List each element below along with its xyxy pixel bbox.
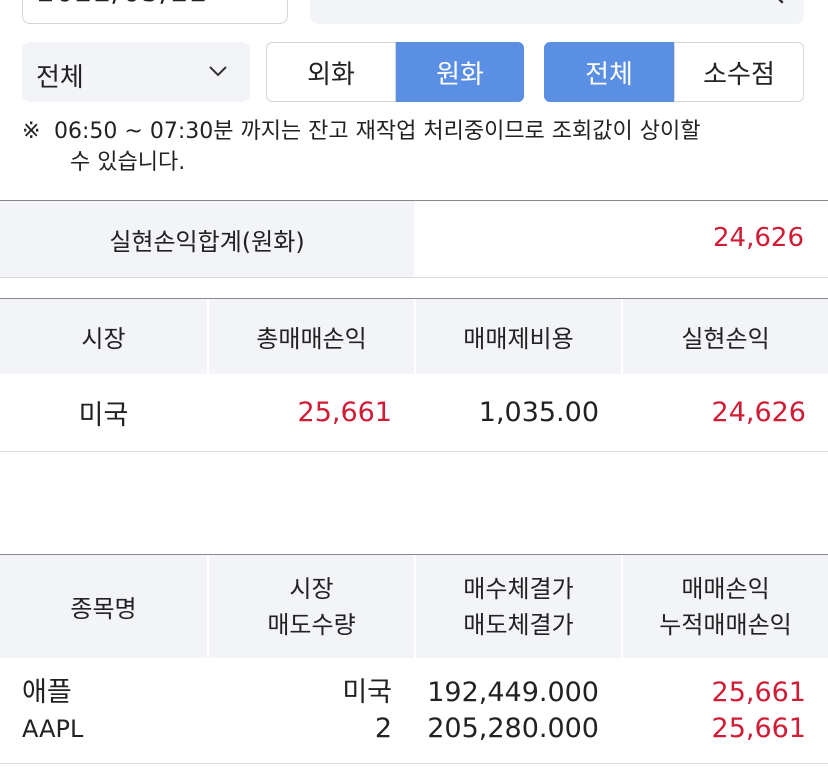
stock-ticker: AAPL [22, 714, 84, 743]
stock-name: 애플 [22, 676, 72, 708]
header-prices: 매수체결가 매도체결가 [414, 555, 621, 658]
total-pl-value: 25,661 [297, 397, 392, 428]
market-table-header: 시장 총매매손익 매매제비용 실현손익 [0, 298, 828, 374]
market-qty-cell: 미국 2 [207, 658, 414, 763]
realized-summary-row: 실현손익합계(원화) 24,626 [0, 200, 828, 278]
stock-market: 미국 [342, 676, 392, 708]
stock-table-header: 종목명 시장 매도수량 매수체결가 매도체결가 매매손익 누적매매손익 [0, 554, 828, 658]
header-market-label: 시장 [289, 574, 334, 603]
stock-name-cell: 애플 AAPL [0, 658, 207, 763]
stock-sell-qty: 2 [374, 712, 392, 744]
search-field[interactable] [310, 0, 804, 24]
decimal-toggle-fraction[interactable]: 소수점 [674, 42, 804, 102]
notice-mark: ※ [22, 119, 41, 144]
realized-summary-value: 24,626 [713, 223, 804, 253]
stock-sell-price: 205,280.000 [427, 712, 599, 744]
header-stock-name-label: 종목명 [70, 595, 137, 623]
notice-line-1: 06:50 ~ 07:30분 까지는 잔고 재작업 처리중이므로 조회값이 상이… [54, 119, 701, 144]
currency-toggle-krw-label: 원화 [436, 59, 484, 90]
stock-pl: 25,661 [711, 676, 806, 708]
table-row[interactable]: 미국 25,661 1,035.00 24,626 [0, 374, 828, 452]
header-realized: 실현손익 [621, 299, 828, 374]
currency-toggle-foreign[interactable]: 외화 [266, 42, 396, 102]
realized-summary-label: 실현손익합계(원화) [0, 201, 414, 277]
currency-toggle-foreign-label: 외화 [307, 59, 355, 90]
search-icon[interactable] [752, 0, 786, 14]
currency-toggle-krw[interactable]: 원화 [396, 42, 524, 102]
decimal-toggle-fraction-label: 소수점 [703, 59, 775, 90]
notice-line-2: 수 있습니다. [70, 150, 186, 175]
header-pl-label: 매매손익 [681, 574, 770, 603]
header-market: 시장 [81, 325, 126, 353]
table-row[interactable]: 애플 AAPL 미국 2 192,449.000 205,280.000 25,… [0, 658, 828, 764]
header-pl: 매매손익 누적매매손익 [621, 555, 828, 658]
header-market-qty: 시장 매도수량 [207, 555, 414, 658]
fees-value: 1,035.00 [478, 397, 599, 428]
header-fees: 매매제비용 [414, 299, 621, 374]
pl-cell: 25,661 25,661 [621, 658, 828, 763]
realized-value: 24,626 [711, 397, 806, 428]
market-select[interactable]: 전체 [22, 42, 250, 102]
market-select-value: 전체 [36, 63, 84, 93]
header-cum-pl-label: 누적매매손익 [659, 610, 792, 639]
decimal-toggle-all-label: 전체 [585, 59, 633, 90]
notice-text: ※ 06:50 ~ 07:30분 까지는 잔고 재작업 처리중이므로 조회값이 상… [22, 116, 812, 178]
header-sell-price-label: 매도체결가 [463, 610, 574, 639]
header-sell-qty-label: 매도수량 [267, 610, 356, 639]
header-total-pl: 총매매손익 [207, 299, 414, 374]
decimal-toggle-all[interactable]: 전체 [544, 42, 674, 102]
chevron-down-icon [209, 66, 227, 77]
market-name: 미국 [78, 400, 129, 431]
stock-cum-pl: 25,661 [711, 712, 806, 744]
date-value: 2022/05/22 [37, 0, 208, 8]
stock-buy-price: 192,449.000 [427, 676, 599, 708]
header-stock-name: 종목명 [0, 555, 207, 658]
date-picker[interactable]: 2022/05/22 [22, 0, 288, 24]
header-buy-price-label: 매수체결가 [463, 574, 574, 603]
price-cell: 192,449.000 205,280.000 [414, 658, 621, 763]
